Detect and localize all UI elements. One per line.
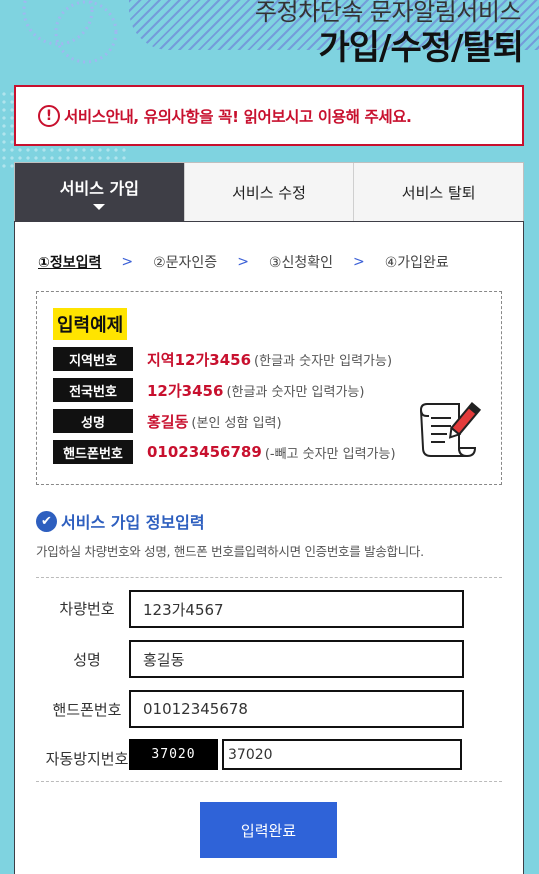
service-tabs: 서비스 가입 서비스 수정 서비스 탈퇴: [14, 162, 524, 222]
step-complete: ④가입완료: [384, 255, 449, 271]
document-pencil-icon: [419, 402, 481, 458]
example-value: 지역12가3456: [147, 350, 252, 369]
chevron-right-icon: >: [353, 254, 365, 270]
car-number-input[interactable]: [129, 590, 464, 628]
step-confirm: ③신청확인: [268, 255, 333, 271]
example-label: 성명: [53, 409, 133, 433]
example-row: 핸드폰번호 01023456789 (-빼고 숫자만 입력가능): [53, 440, 396, 464]
tab-join[interactable]: 서비스 가입: [15, 163, 184, 222]
chevron-right-icon: >: [121, 254, 134, 270]
exclamation-circle-icon: !: [38, 104, 60, 127]
example-title: 입력예제: [53, 308, 128, 340]
tab-withdraw[interactable]: 서비스 탈퇴: [353, 163, 523, 222]
step-sms-verify: ②문자인증: [153, 255, 218, 271]
divider: [36, 577, 502, 578]
chevron-right-icon: >: [237, 254, 249, 270]
phone-label: 핸드폰번호: [52, 701, 122, 719]
notice-banner: ! 서비스안내, 유의사항을 꼭! 읽어보시고 이용해 주세요.: [14, 85, 524, 146]
example-row: 전국번호 12가3456 (한글과 숫자만 입력가능): [53, 378, 364, 402]
page-title: 가입/수정/탈퇴: [318, 28, 524, 68]
tab-modify-label: 서비스 수정: [232, 184, 306, 202]
example-value: 홍길동: [147, 412, 189, 431]
divider: [36, 781, 502, 782]
example-label: 전국번호: [53, 378, 133, 402]
check-circle-icon: ✔: [36, 510, 57, 532]
example-note: (한글과 숫자만 입력가능): [226, 384, 365, 400]
notice-text: 서비스안내, 유의사항을 꼭! 읽어보시고 이용해 주세요.: [64, 107, 412, 126]
example-row: 지역번호 지역12가3456 (한글과 숫자만 입력가능): [53, 347, 392, 371]
example-label: 지역번호: [53, 347, 133, 371]
captcha-image: 37020: [129, 739, 218, 770]
section-description: 가입하실 차량번호와 성명, 핸드폰 번호를입력하시면 인증번호를 발송합니다.: [36, 544, 424, 559]
tab-withdraw-label: 서비스 탈퇴: [401, 184, 476, 202]
car-number-label: 차량번호: [59, 600, 115, 618]
example-note: (-빼고 숫자만 입력가능): [264, 446, 396, 462]
name-input[interactable]: [129, 640, 464, 678]
phone-input[interactable]: [129, 690, 464, 728]
tab-join-label: 서비스 가입: [59, 178, 139, 198]
example-note: (한글과 숫자만 입력가능): [254, 353, 393, 369]
example-note: (본인 성함 입력): [191, 415, 282, 431]
tab-modify[interactable]: 서비스 수정: [183, 163, 354, 222]
input-example-box: 입력예제 지역번호 지역12가3456 (한글과 숫자만 입력가능) 전국번호 …: [36, 291, 502, 485]
example-row: 성명 홍길동 (본인 성함 입력): [53, 409, 282, 433]
name-label: 성명: [73, 651, 101, 669]
step-info-input: ①정보입력: [38, 255, 102, 271]
example-value: 12가3456: [147, 381, 224, 400]
circles-decoration: [22, 0, 118, 64]
example-label: 핸드폰번호: [53, 440, 133, 464]
progress-steps: ①정보입력 > ②문자인증 > ③신청확인 > ④가입완료: [38, 252, 449, 272]
section-title-text: 서비스 가입 정보입력: [61, 513, 205, 532]
captcha-label: 자동방지번호: [45, 750, 129, 768]
section-title: ✔ 서비스 가입 정보입력: [36, 509, 205, 533]
submit-button[interactable]: 입력완료: [200, 802, 337, 858]
example-value: 01023456789: [147, 443, 262, 461]
captcha-input[interactable]: [222, 739, 462, 770]
